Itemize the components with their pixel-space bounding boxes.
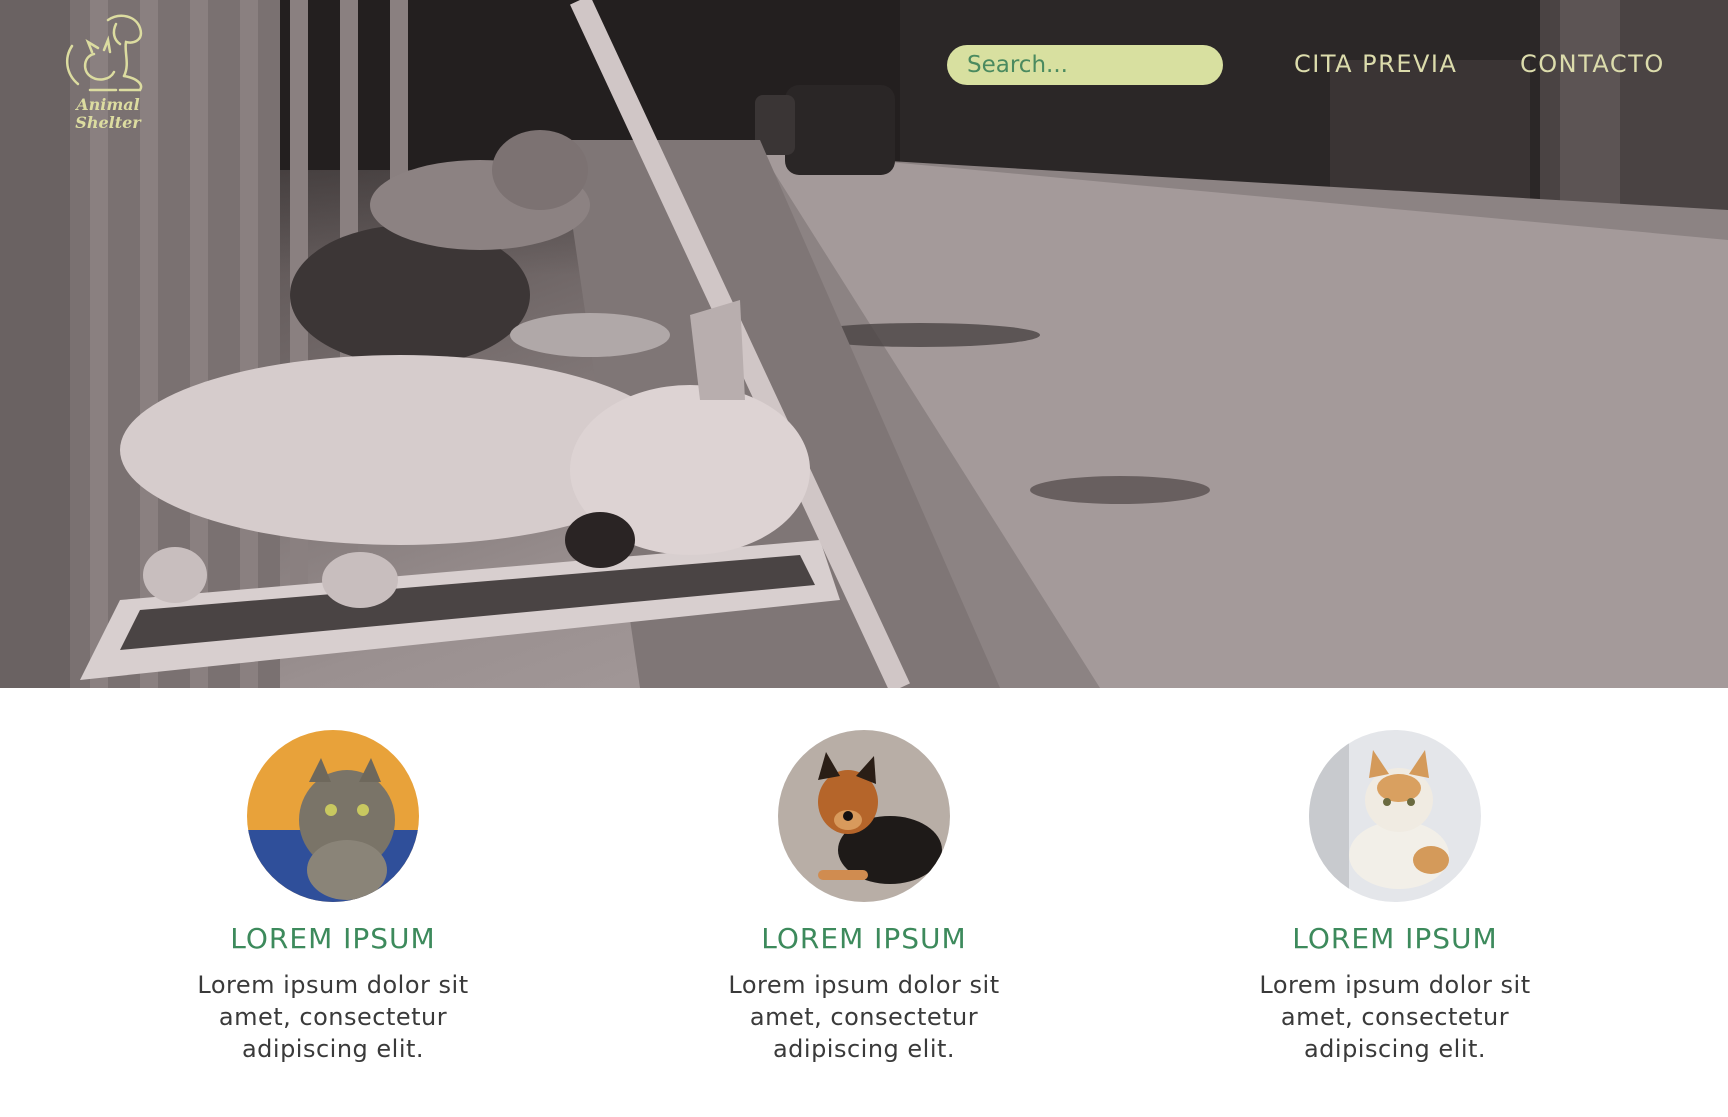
white-orange-cat-photo <box>1309 730 1481 902</box>
feature-card: LOREM IPSUM Lorem ipsum dolor sit amet, … <box>704 730 1024 1065</box>
feature-card: LOREM IPSUM Lorem ipsum dolor sit amet, … <box>1235 730 1555 1065</box>
dog-cat-logo-icon <box>65 14 143 92</box>
nav-link-cita-previa[interactable]: CITA PREVIA <box>1294 50 1457 78</box>
feature-card: LOREM IPSUM Lorem ipsum dolor sit amet, … <box>173 730 493 1065</box>
hero-banner: Animal Shelter CITA PREVIA CONTACTO <box>0 0 1728 688</box>
card-text: Lorem ipsum dolor sit amet, consectetur … <box>197 971 469 1063</box>
card-text: Lorem ipsum dolor sit amet, consectetur … <box>728 971 1000 1063</box>
dog-photo <box>778 730 950 902</box>
nav-link-contacto[interactable]: CONTACTO <box>1520 50 1665 78</box>
search-input[interactable] <box>947 45 1223 85</box>
logo-text: Animal Shelter <box>75 95 141 132</box>
tabby-cat-photo <box>247 730 419 902</box>
logo[interactable]: Animal Shelter <box>60 10 156 132</box>
card-title: LOREM IPSUM <box>761 922 967 955</box>
card-title: LOREM IPSUM <box>230 922 436 955</box>
hero-photo <box>0 0 1728 688</box>
card-title: LOREM IPSUM <box>1292 922 1498 955</box>
card-text: Lorem ipsum dolor sit amet, consectetur … <box>1259 971 1531 1063</box>
